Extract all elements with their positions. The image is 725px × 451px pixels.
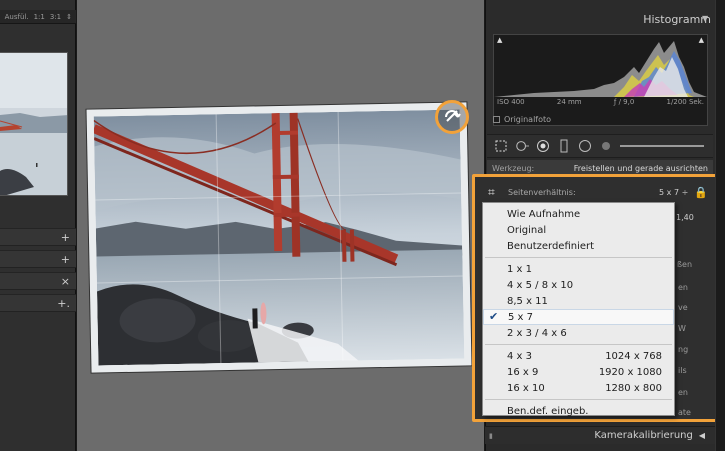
aspect-ratio-row[interactable]: ⌗ Seitenverhältnis: 5 x 7 ÷ 🔒 xyxy=(478,181,714,203)
aperture-value: ƒ / 9,0 xyxy=(613,98,635,106)
menu-separator xyxy=(485,399,672,400)
hidden-panel-label: ng xyxy=(678,345,689,354)
checkmark-icon: ✔ xyxy=(489,310,499,323)
zoom-1-1-option[interactable]: 1:1 xyxy=(34,13,45,21)
menu-item-resolution: 1280 x 800 xyxy=(605,382,662,394)
crop-frame-icon[interactable]: ⌗ xyxy=(488,185,504,200)
menu-item-16x10[interactable]: 16 x 10 1280 x 800 xyxy=(483,380,674,396)
menu-item-1x1[interactable]: 1 x 1 xyxy=(483,261,674,277)
close-icon[interactable]: × xyxy=(61,275,70,288)
hidden-panel-label: ve xyxy=(678,303,688,312)
add-icon[interactable]: + xyxy=(61,253,70,266)
menu-item-8-5x11[interactable]: 8,5 x 11 xyxy=(483,293,674,309)
adjustment-brush-icon[interactable] xyxy=(599,139,613,153)
menu-item-as-shot[interactable]: Wie Aufnahme xyxy=(483,206,674,222)
zoom-3-1-option[interactable]: 3:1 xyxy=(50,13,61,21)
menu-item-resolution: 1920 x 1080 xyxy=(598,366,662,378)
shadow-clipping-icon[interactable]: ▲ xyxy=(497,36,502,44)
menu-item-original[interactable]: Original xyxy=(483,222,674,238)
hidden-panel-label: en xyxy=(678,283,688,292)
tool-strip xyxy=(487,134,713,158)
menu-item-custom[interactable]: Benutzerdefiniert xyxy=(483,238,674,254)
menu-separator xyxy=(485,344,672,345)
navigator-header: Ausfül. 1:1 3:1 ⇕ xyxy=(0,10,76,24)
menu-item-label: 2 x 3 / 4 x 6 xyxy=(507,327,567,339)
menu-item-label: Wie Aufnahme xyxy=(507,208,581,220)
menu-item-label: Benutzerdefiniert xyxy=(507,240,595,252)
spot-removal-icon[interactable] xyxy=(515,139,529,153)
iso-value: ISO 400 xyxy=(497,98,525,106)
add-icon[interactable]: +. xyxy=(57,297,70,310)
hidden-panel-label: ils xyxy=(678,366,687,375)
rotate-handle[interactable] xyxy=(435,100,469,134)
menu-item-label: Original xyxy=(507,224,547,236)
left-panel-collections[interactable]: + xyxy=(0,228,76,246)
menu-item-label: 16 x 9 xyxy=(507,366,539,378)
menu-item-4x3[interactable]: 4 x 3 1024 x 768 xyxy=(483,348,674,364)
aspect-ratio-menu: Wie Aufnahme Original Benutzerdefiniert … xyxy=(482,202,675,419)
crop-tool-icon[interactable] xyxy=(494,139,508,153)
original-photo-toggle[interactable]: Originalfoto xyxy=(493,115,551,124)
menu-item-2x3[interactable]: 2 x 3 / 4 x 6 xyxy=(483,325,674,341)
crop-overlay[interactable] xyxy=(86,102,472,373)
camera-calibration-panel[interactable]: ▮ Kamerakalibrierung ◀ xyxy=(485,426,717,444)
right-rail xyxy=(715,0,725,451)
left-panel-snapshots[interactable]: × xyxy=(0,272,76,290)
lock-icon[interactable]: 🔒 xyxy=(694,186,708,199)
panel-toggle-icon[interactable]: ▮ xyxy=(489,432,493,440)
add-icon[interactable]: + xyxy=(61,231,70,244)
golden-gate-photo xyxy=(93,109,465,366)
aspect-ratio-select[interactable]: 5 x 7 ÷ xyxy=(659,188,688,197)
focal-length-value: 24 mm xyxy=(556,98,582,106)
menu-item-label: Ben.def. eingeb. xyxy=(507,405,589,417)
menu-item-label: 8,5 x 11 xyxy=(507,295,548,307)
angle-value[interactable]: 1,40 xyxy=(676,213,694,222)
aspect-ratio-label: Seitenverhältnis: xyxy=(508,187,576,197)
camera-calibration-title: Kamerakalibrierung xyxy=(594,430,693,441)
photo xyxy=(93,109,465,366)
original-photo-checkbox[interactable] xyxy=(493,116,500,123)
collapse-arrow-icon[interactable]: ▼ xyxy=(702,14,708,23)
menu-item-label: 1 x 1 xyxy=(507,263,532,275)
menu-item-16x9[interactable]: 16 x 9 1920 x 1080 xyxy=(483,364,674,380)
left-panel-presets[interactable]: + xyxy=(0,250,76,268)
tool-value: Freistellen und gerade ausrichten xyxy=(573,163,708,173)
expand-arrow-icon[interactable]: ◀ xyxy=(699,431,705,440)
shutter-value: 1/200 Sek. xyxy=(666,98,704,106)
rotate-cursor-icon xyxy=(445,110,461,122)
zoom-fit-option[interactable]: Ausfül. xyxy=(5,13,29,21)
red-eye-icon[interactable] xyxy=(536,139,550,153)
highlight-clipping-icon[interactable]: ▲ xyxy=(699,36,704,44)
menu-item-enter-custom[interactable]: Ben.def. eingeb. xyxy=(483,403,674,419)
navigator-preview[interactable] xyxy=(0,52,68,196)
menu-item-label: 4 x 3 xyxy=(507,350,532,362)
histogram-exif: ISO 400 24 mm ƒ / 9,0 1/200 Sek. xyxy=(493,98,708,106)
zoom-dropdown-icon[interactable]: ⇕ xyxy=(66,13,72,21)
histogram-graph[interactable]: ▲ ▲ xyxy=(493,34,708,126)
menu-item-label: 16 x 10 xyxy=(507,382,545,394)
histogram-plot xyxy=(494,41,707,97)
brush-slider[interactable] xyxy=(620,145,704,147)
histogram-title[interactable]: Histogramm xyxy=(485,10,717,30)
navigator-thumbnail xyxy=(0,53,67,195)
menu-item-4x5[interactable]: 4 x 5 / 8 x 10 xyxy=(483,277,674,293)
graduated-filter-icon[interactable] xyxy=(557,139,571,153)
tool-label: Werkzeug: xyxy=(492,163,535,173)
hidden-panel-label: ßen xyxy=(677,260,693,269)
hidden-panel-label: W xyxy=(678,324,686,333)
radial-filter-icon[interactable] xyxy=(578,139,592,153)
hidden-panel-label: en xyxy=(678,388,688,397)
menu-item-5x7[interactable]: ✔ 5 x 7 xyxy=(483,309,674,325)
menu-item-label: 5 x 7 xyxy=(508,311,533,323)
original-photo-label: Originalfoto xyxy=(504,115,552,124)
hidden-panel-label: ate xyxy=(678,408,691,417)
menu-item-label: 4 x 5 / 8 x 10 xyxy=(507,279,574,291)
left-panel-history[interactable]: +. xyxy=(0,294,76,312)
menu-separator xyxy=(485,257,672,258)
menu-item-resolution: 1024 x 768 xyxy=(605,350,662,362)
